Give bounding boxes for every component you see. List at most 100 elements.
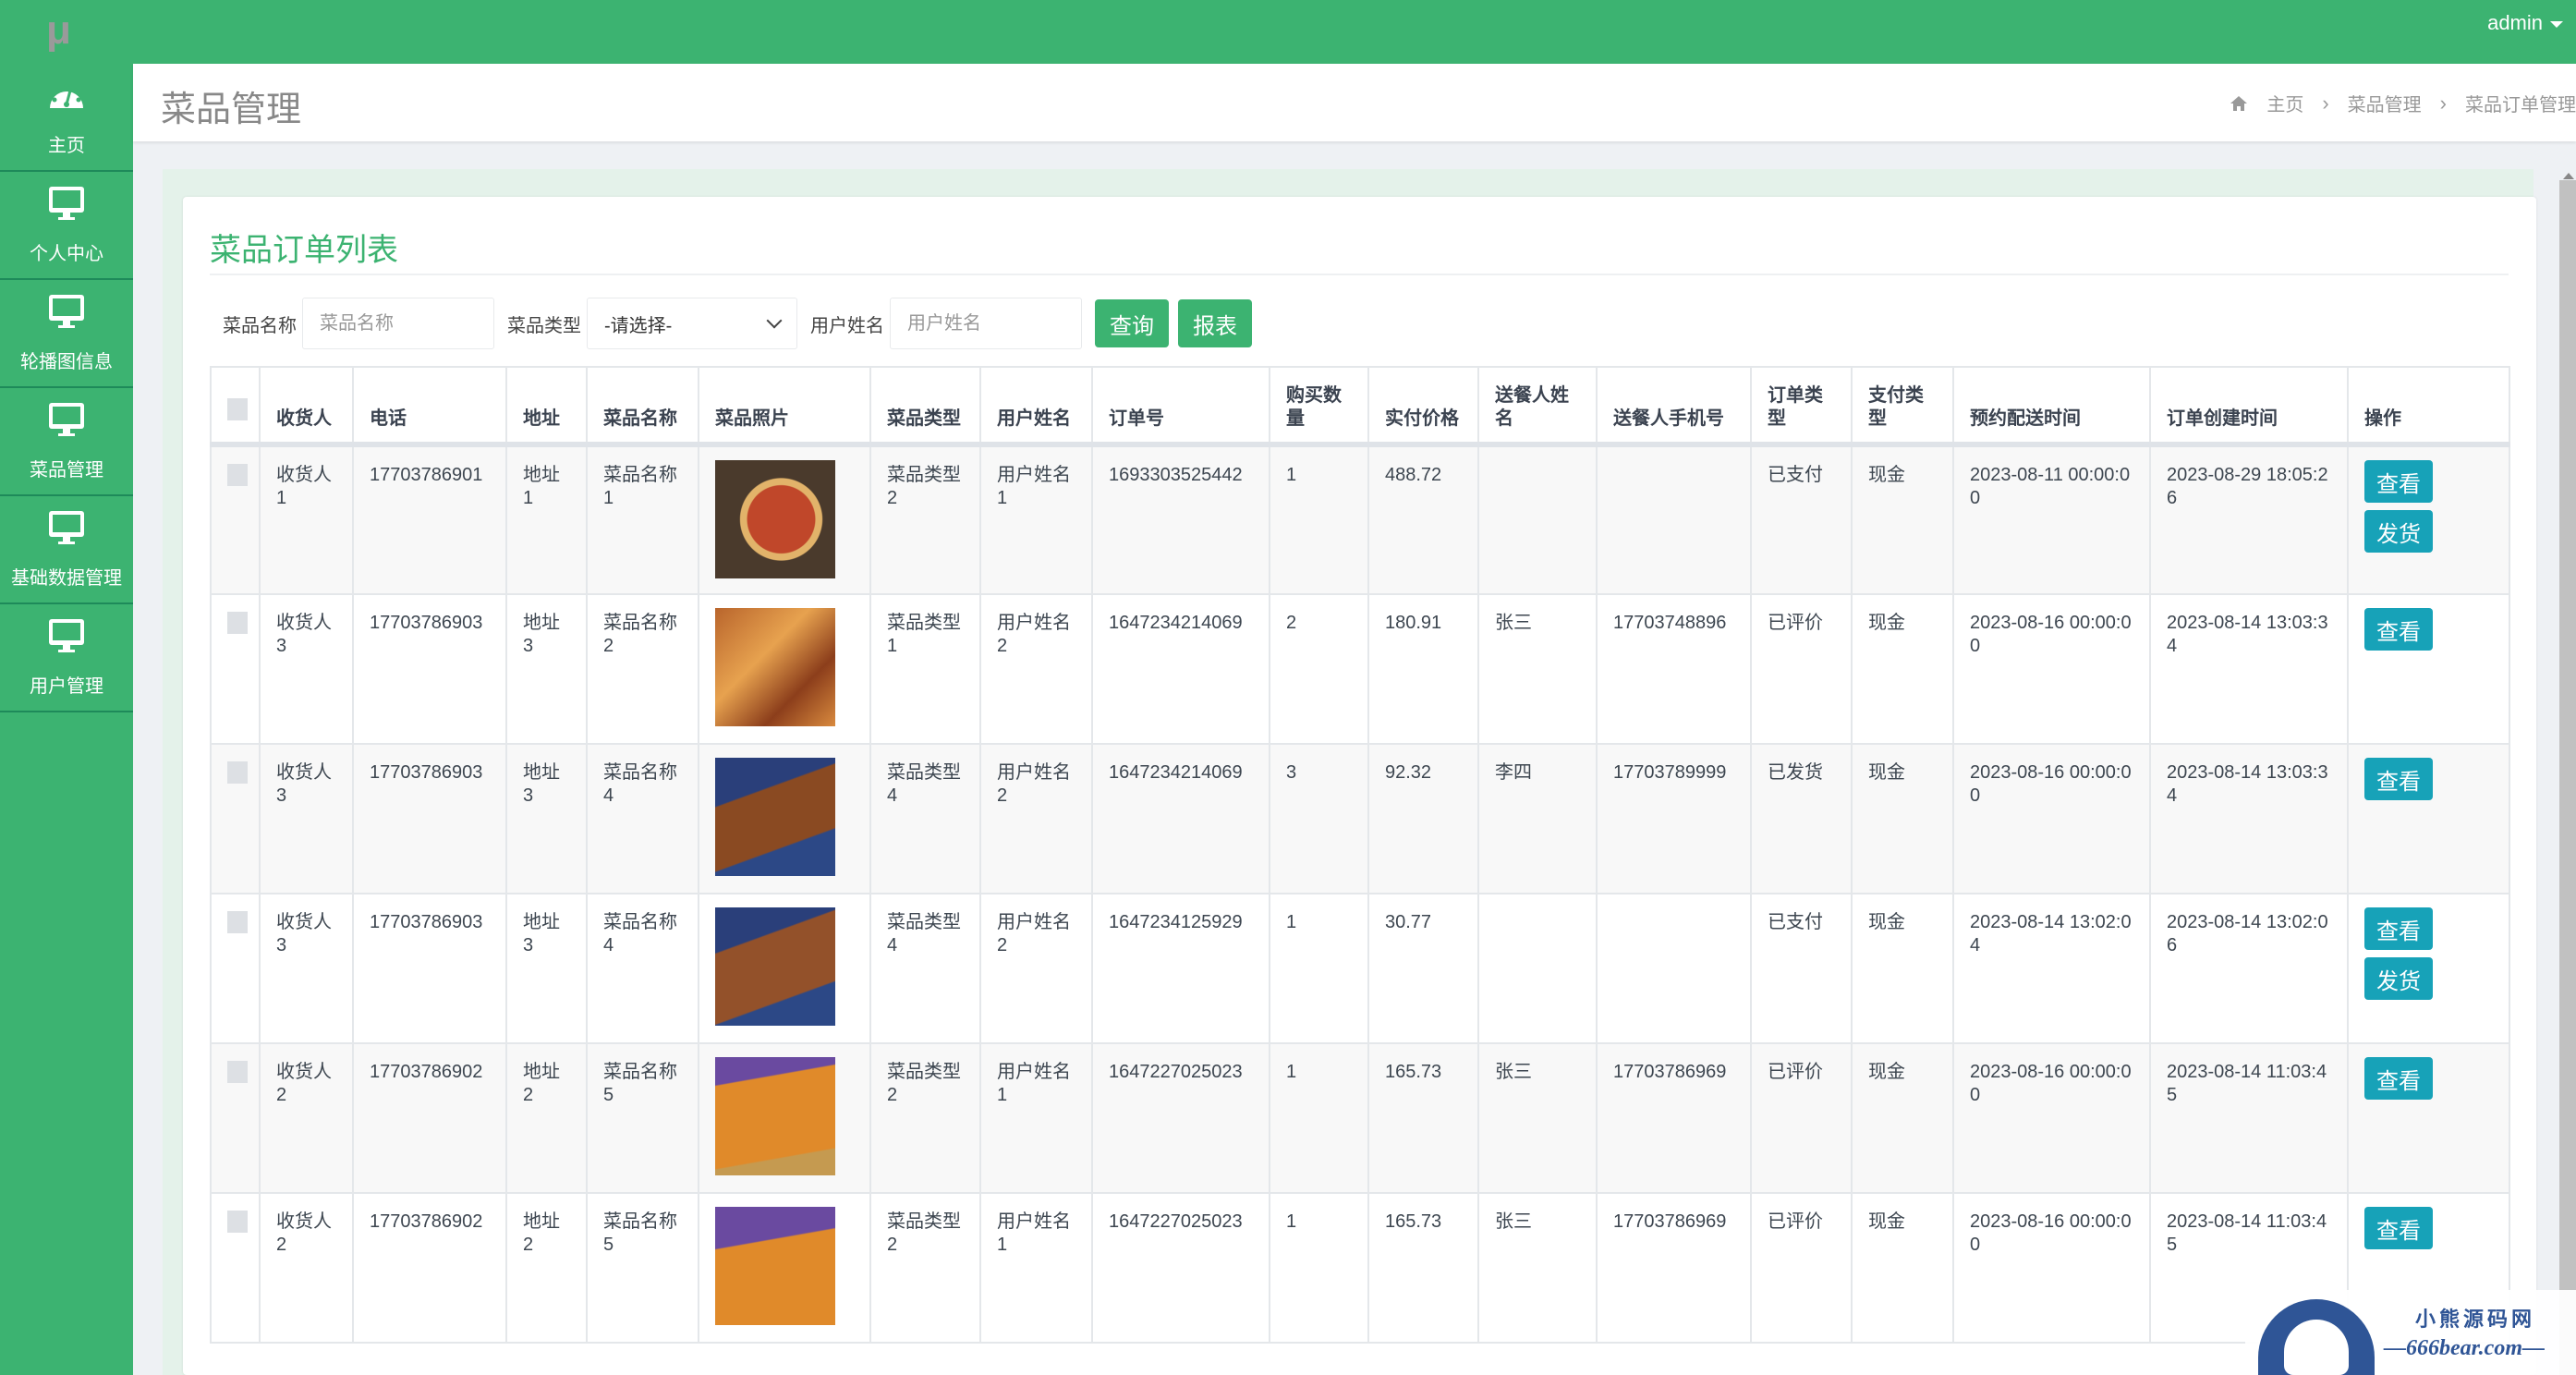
view-button[interactable]: 查看 xyxy=(2364,460,2433,503)
breadcrumb-dish-management[interactable]: 菜品管理 xyxy=(2348,90,2422,116)
view-button[interactable]: 查看 xyxy=(2364,758,2433,800)
query-button[interactable]: 查询 xyxy=(1095,299,1169,347)
cell-courier xyxy=(1478,894,1597,1043)
sidebar-item[interactable]: 用户管理 xyxy=(0,604,133,712)
cell-order-no: 1647227025023 xyxy=(1092,1193,1270,1343)
view-button[interactable]: 查看 xyxy=(2364,907,2433,950)
column-header: 菜品类型 xyxy=(870,367,980,444)
ship-button[interactable]: 发货 xyxy=(2364,510,2433,553)
cell-price: 30.77 xyxy=(1368,894,1478,1043)
cell-price: 92.32 xyxy=(1368,744,1478,894)
cell-address: 地址2 xyxy=(506,1043,587,1193)
cell-price: 180.91 xyxy=(1368,594,1478,744)
row-checkbox[interactable] xyxy=(211,1043,260,1193)
column-header: 送餐人手机号 xyxy=(1597,367,1751,444)
breadcrumb: 主页 › 菜品管理 › 菜品订单管理 xyxy=(2230,90,2576,116)
breadcrumb-separator: › xyxy=(2440,91,2447,116)
breadcrumb-home[interactable]: 主页 xyxy=(2266,90,2303,116)
cell-pay: 现金 xyxy=(1852,444,1953,594)
scrollbar[interactable] xyxy=(2559,180,2576,1375)
cell-courier: 张三 xyxy=(1478,1193,1597,1343)
ship-button[interactable]: 发货 xyxy=(2364,957,2433,1000)
cell-order-no: 1647227025023 xyxy=(1092,1043,1270,1193)
sidebar-item[interactable]: 菜品管理 xyxy=(0,388,133,496)
user-name-input[interactable] xyxy=(890,298,1082,349)
row-checkbox[interactable] xyxy=(211,594,260,744)
cell-order-no: 1647234125929 xyxy=(1092,894,1270,1043)
dish-photo-cell xyxy=(699,1193,870,1343)
user-menu[interactable]: admin xyxy=(2487,11,2563,35)
view-button[interactable]: 查看 xyxy=(2364,1057,2433,1100)
cell-dish: 菜品名称5 xyxy=(587,1043,699,1193)
cell-courier-phone: 17703789999 xyxy=(1597,744,1751,894)
cell-type: 菜品类型2 xyxy=(870,1193,980,1343)
scroll-up-icon[interactable] xyxy=(2563,173,2574,179)
column-header: 支付类型 xyxy=(1852,367,1953,444)
table-row: 收货人317703786903地址3菜品名称4菜品类型4用户姓名21647234… xyxy=(211,744,2509,894)
cell-type: 菜品类型1 xyxy=(870,594,980,744)
sidebar-item[interactable]: 主页 xyxy=(0,64,133,172)
cell-delivery-time: 2023-08-16 00:00:00 xyxy=(1953,744,2150,894)
cell-type: 菜品类型4 xyxy=(870,744,980,894)
column-header: 操作 xyxy=(2348,367,2509,444)
select-all-checkbox[interactable] xyxy=(211,367,260,444)
cell-qty: 1 xyxy=(1270,1193,1368,1343)
cell-delivery-time: 2023-08-16 00:00:00 xyxy=(1953,594,2150,744)
watermark-logo: 小熊源码网 —666bear.com— xyxy=(2245,1290,2576,1375)
order-list-card: 菜品订单列表 菜品名称 菜品类型 -请选择- 用户姓名 查询 报表 收货人电话地… xyxy=(183,197,2536,1375)
home-icon xyxy=(2230,95,2248,112)
sidebar-item[interactable]: 个人中心 xyxy=(0,172,133,280)
breadcrumb-current: 菜品订单管理 xyxy=(2465,90,2576,116)
actions-cell: 查看发货 xyxy=(2348,444,2509,594)
cell-courier: 李四 xyxy=(1478,744,1597,894)
cell-courier: 张三 xyxy=(1478,1043,1597,1193)
actions-cell: 查看发货 xyxy=(2348,894,2509,1043)
orders-table: 收货人电话地址菜品名称菜品照片菜品类型用户姓名订单号购买数量实付价格送餐人姓名送… xyxy=(210,366,2510,1344)
cell-user: 用户姓名1 xyxy=(980,1043,1092,1193)
dish-photo xyxy=(715,460,835,578)
cell-user: 用户姓名1 xyxy=(980,444,1092,594)
row-checkbox[interactable] xyxy=(211,894,260,1043)
view-button[interactable]: 查看 xyxy=(2364,608,2433,651)
user-name-label: 用户姓名 xyxy=(810,310,884,337)
cell-status: 已评价 xyxy=(1751,1043,1852,1193)
cell-phone: 17703786903 xyxy=(353,894,506,1043)
view-button[interactable]: 查看 xyxy=(2364,1207,2433,1249)
sidebar-item-label: 轮播图信息 xyxy=(20,347,113,373)
cell-qty: 1 xyxy=(1270,444,1368,594)
row-checkbox[interactable] xyxy=(211,744,260,894)
dashboard-icon xyxy=(47,77,86,119)
monitor-icon xyxy=(47,617,86,660)
cell-phone: 17703786902 xyxy=(353,1193,506,1343)
cell-address: 地址2 xyxy=(506,1193,587,1343)
sidebar-item[interactable]: 轮播图信息 xyxy=(0,280,133,388)
sidebar-item-label: 菜品管理 xyxy=(30,455,103,481)
cell-type: 菜品类型2 xyxy=(870,1043,980,1193)
report-button[interactable]: 报表 xyxy=(1178,299,1252,347)
cell-dish: 菜品名称4 xyxy=(587,894,699,1043)
cell-courier-phone xyxy=(1597,444,1751,594)
cell-status: 已支付 xyxy=(1751,444,1852,594)
card-title: 菜品订单列表 xyxy=(210,225,398,270)
table-row: 收货人317703786903地址3菜品名称4菜品类型4用户姓名21647234… xyxy=(211,894,2509,1043)
divider xyxy=(210,274,2509,275)
column-header: 订单类型 xyxy=(1751,367,1852,444)
row-checkbox[interactable] xyxy=(211,1193,260,1343)
watermark-name: 小熊源码网 xyxy=(2415,1303,2535,1332)
top-bar: μ admin xyxy=(0,0,2576,64)
cell-created: 2023-08-14 13:03:34 xyxy=(2150,594,2348,744)
dish-photo-cell xyxy=(699,594,870,744)
cell-price: 165.73 xyxy=(1368,1193,1478,1343)
row-checkbox[interactable] xyxy=(211,444,260,594)
actions-cell: 查看 xyxy=(2348,744,2509,894)
dish-type-select[interactable]: -请选择- xyxy=(587,298,797,349)
cell-address: 地址3 xyxy=(506,894,587,1043)
user-name: admin xyxy=(2487,11,2543,34)
cell-phone: 17703786901 xyxy=(353,444,506,594)
cell-courier-phone xyxy=(1597,894,1751,1043)
cell-qty: 2 xyxy=(1270,594,1368,744)
table-row: 收货人217703786902地址2菜品名称5菜品类型2用户姓名11647227… xyxy=(211,1043,2509,1193)
cell-type: 菜品类型4 xyxy=(870,894,980,1043)
dish-name-input[interactable] xyxy=(302,298,494,349)
sidebar-item[interactable]: 基础数据管理 xyxy=(0,496,133,604)
